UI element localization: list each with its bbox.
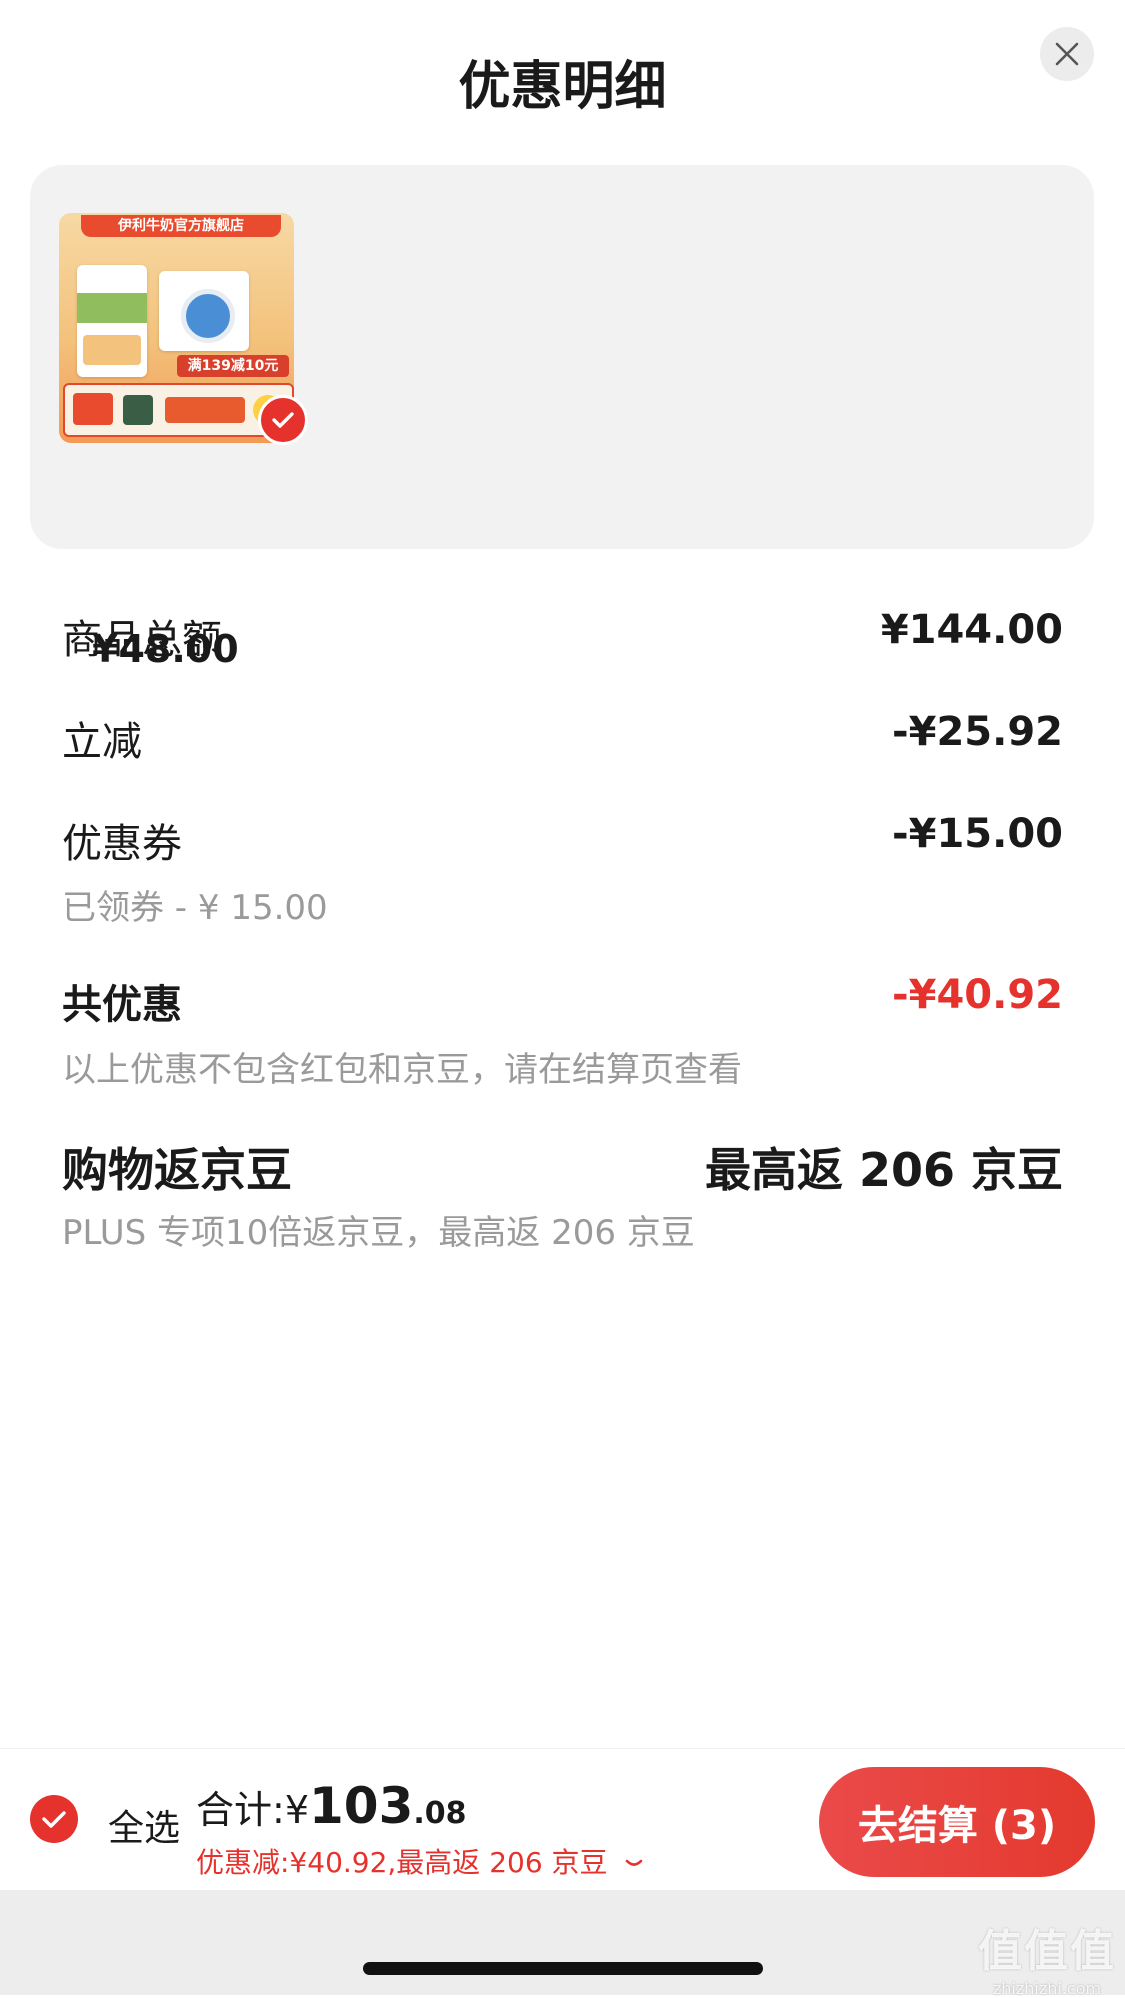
checkout-bar: 全选 合计:¥103.08 优惠减:¥40.92,最高返 206 京豆 去结算 … xyxy=(0,1748,1125,1891)
store-banner: 伊利牛奶官方旗舰店 xyxy=(81,215,281,237)
beans-label: 购物返京豆 xyxy=(62,1143,292,1197)
instant-discount-value: -¥25.92 xyxy=(892,709,1063,755)
discount-detail-sheet: 优惠明细 伊利牛奶官方旗舰店 满139减10元 ¥48.00 商品总额 ¥144… xyxy=(0,0,1125,1998)
beans-note: PLUS 专项10倍返京豆，最高返 206 京豆 xyxy=(62,1213,695,1253)
product-image[interactable]: 伊利牛奶官方旗舰店 满139减10元 xyxy=(59,213,294,443)
page-title: 优惠明细 xyxy=(458,57,667,117)
milk-box-illustration xyxy=(77,265,147,377)
discount-summary-toggle[interactable]: 优惠减:¥40.92,最高返 206 京豆 xyxy=(196,1841,644,1881)
home-indicator-area xyxy=(0,1890,1125,1995)
select-all-label[interactable]: 全选 xyxy=(108,1799,180,1851)
product-checkbox[interactable] xyxy=(258,395,308,445)
beans-value: 最高返 206 京豆 xyxy=(704,1143,1063,1197)
coupon-value: -¥15.00 xyxy=(892,811,1063,857)
total-discount-value: -¥40.92 xyxy=(892,972,1063,1018)
home-indicator[interactable] xyxy=(363,1962,763,1975)
watermark-logo: 值值值 zhizhizhi.com xyxy=(972,1915,1122,1998)
close-icon xyxy=(1055,42,1079,66)
coupon-sub-text: 已领券 - ¥ 15.00 xyxy=(62,888,328,928)
coupon-label: 优惠券 xyxy=(62,821,182,867)
currency-symbol: ¥ xyxy=(284,1788,309,1832)
checkmark-icon xyxy=(42,1811,66,1828)
select-all-checkbox[interactable] xyxy=(30,1795,78,1843)
total-amount: 合计:¥103.08 xyxy=(196,1777,467,1835)
total-integer: 103 xyxy=(309,1777,414,1835)
instant-discount-label: 立减 xyxy=(62,719,142,765)
total-discount-note: 以上优惠不包含红包和京豆，请在结算页查看 xyxy=(62,1050,742,1090)
milk-box-illustration xyxy=(159,271,249,351)
total-discount-label: 共优惠 xyxy=(62,982,182,1028)
promo-tag: 满139减10元 xyxy=(177,355,289,377)
checkmark-icon xyxy=(272,412,294,428)
goods-total-label: 商品总额 xyxy=(62,617,222,663)
goods-total-value: ¥144.00 xyxy=(880,607,1063,653)
checkout-button[interactable]: 去结算 (3) xyxy=(819,1767,1095,1877)
total-label: 合计: xyxy=(196,1788,285,1832)
chevron-down-icon xyxy=(626,1859,643,1866)
watermark-url: zhizhizhi.com xyxy=(992,1979,1102,1998)
watermark-glyphs: 值值值 xyxy=(978,1926,1116,1977)
close-button[interactable] xyxy=(1040,27,1094,81)
total-decimal: .08 xyxy=(413,1796,467,1831)
discount-summary-text: 优惠减:¥40.92,最高返 206 京豆 xyxy=(196,1846,608,1879)
product-card: 伊利牛奶官方旗舰店 满139减10元 ¥48.00 xyxy=(30,165,1094,671)
